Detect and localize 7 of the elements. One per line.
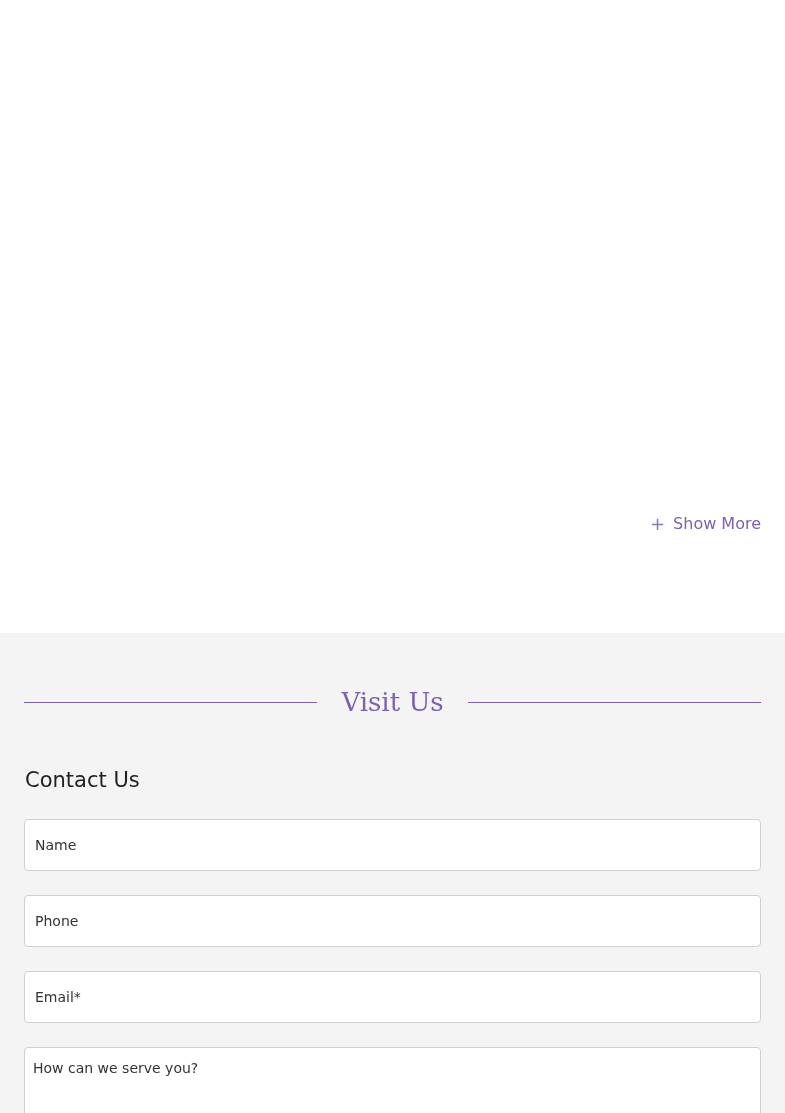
- contact-heading: Contact Us: [25, 767, 141, 794]
- text-field[interactable]: Name: [24, 818, 761, 871]
- section-title: Visit Us: [341, 689, 444, 715]
- text-field[interactable]: Phone: [24, 894, 761, 947]
- text-field[interactable]: Email*: [24, 970, 761, 1023]
- message-field[interactable]: How can we serve you?: [24, 1046, 761, 1113]
- show-more-link[interactable]: + Show More: [650, 510, 761, 537]
